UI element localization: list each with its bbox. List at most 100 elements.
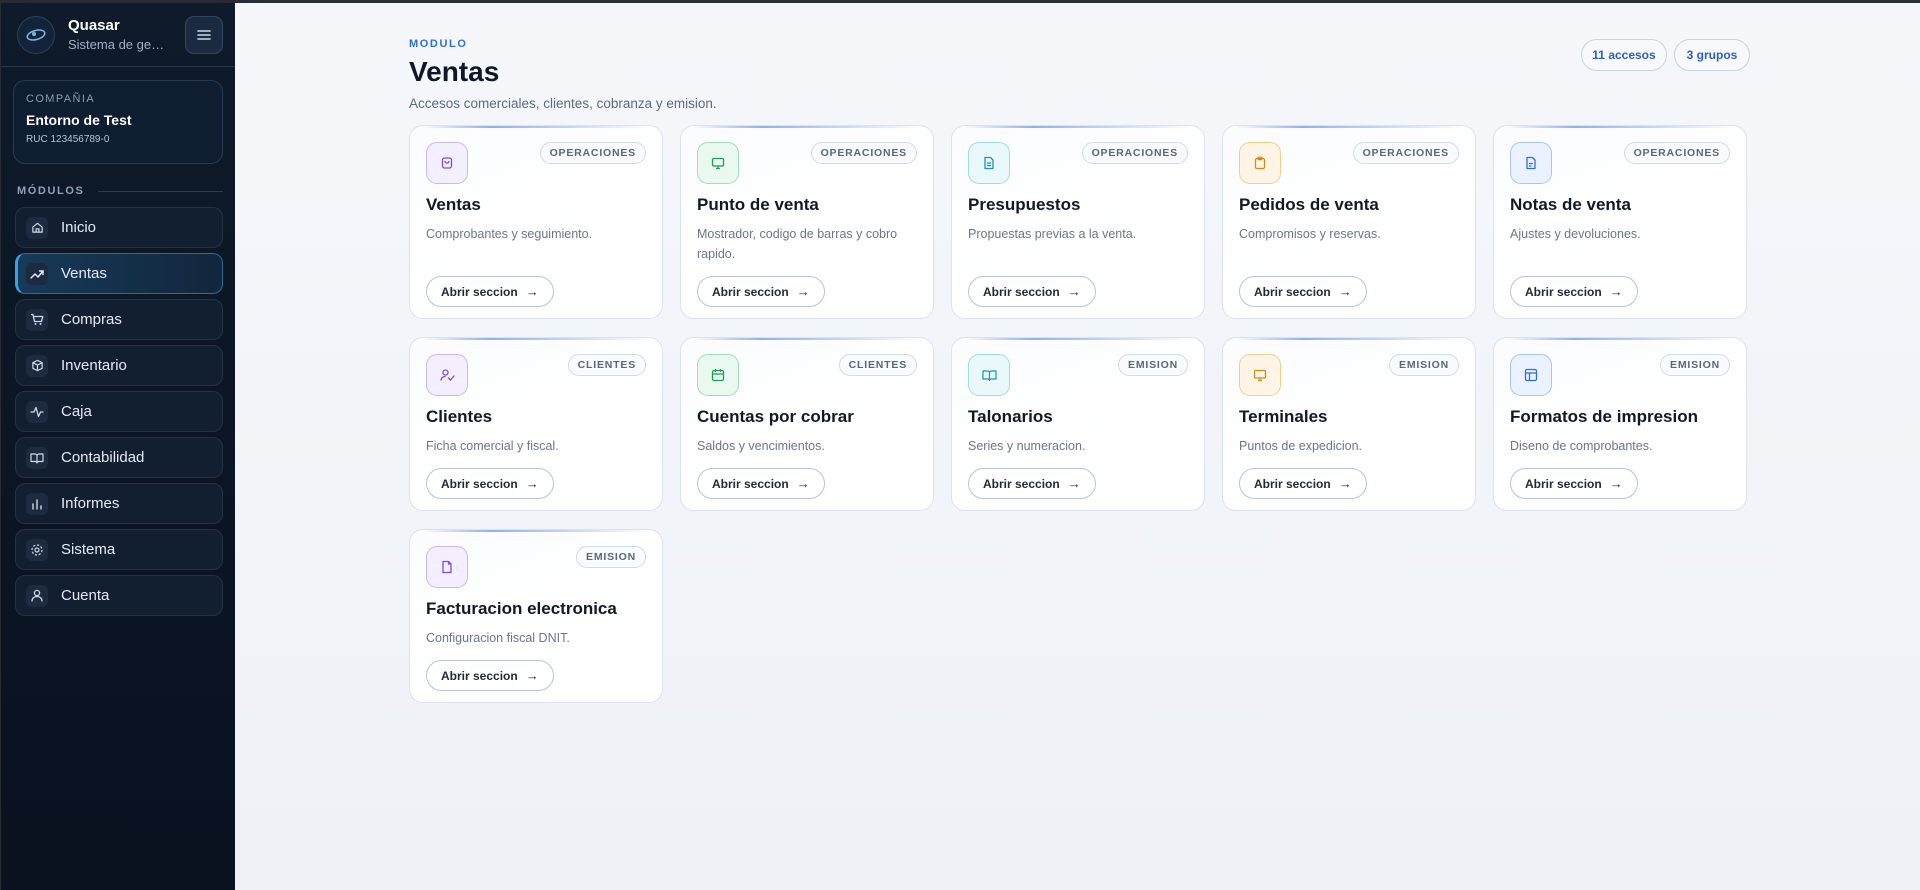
button-label: Abrir seccion (441, 476, 518, 491)
modules-label: MÓDULOS (17, 185, 85, 197)
sidebar-item-informes[interactable]: Informes (15, 483, 223, 524)
sidebar: Quasar Sistema de gestion COMPAÑIA Entor… (1, 3, 235, 890)
sidebar-item-label: Informes (61, 495, 120, 512)
sidebar-item-compras[interactable]: Compras (15, 299, 223, 340)
module-card-presupuestos: OPERACIONES Presupuestos Propuestas prev… (951, 125, 1205, 319)
menu-toggle-button[interactable] (185, 15, 223, 54)
user-icon (26, 584, 48, 607)
calendar-icon (697, 354, 739, 396)
category-badge: OPERACIONES (810, 142, 917, 164)
open-section-button[interactable]: Abrir seccion → (426, 468, 554, 499)
main-content: MODULO Ventas Accesos comerciales, clien… (235, 3, 1920, 890)
divider (98, 190, 223, 192)
open-section-button[interactable]: Abrir seccion → (1510, 468, 1638, 499)
button-label: Abrir seccion (1254, 476, 1331, 491)
category-badge: OPERACIONES (1623, 142, 1730, 164)
arrow-right-icon: → (796, 476, 810, 491)
arrow-right-icon: → (1338, 476, 1352, 491)
category-badge: CLIENTES (567, 354, 646, 376)
sidebar-item-label: Sistema (61, 541, 116, 558)
company-card[interactable]: COMPAÑIA Entorno de Test RUC 123456789-0 (13, 80, 223, 164)
card-description: Ajustes y devoluciones. (1510, 227, 1641, 241)
app-subtitle: Sistema de gestion (68, 37, 166, 52)
card-title: Cuentas por cobrar (697, 407, 854, 426)
category-badge: EMISION (1118, 354, 1188, 376)
company-ruc: RUC 123456789-0 (26, 134, 110, 145)
open-section-button[interactable]: Abrir seccion → (968, 276, 1096, 307)
card-description: Configuracion fiscal DNIT. (426, 631, 570, 645)
sidebar-item-cuenta[interactable]: Cuenta (15, 575, 223, 616)
card-description: Ficha comercial y fiscal. (426, 439, 559, 453)
arrow-right-icon: → (525, 668, 539, 683)
brand-header: Quasar Sistema de gestion (1, 3, 235, 67)
card-description: Compromisos y reservas. (1239, 227, 1381, 241)
accesses-count-pill: 11 accesos (1581, 39, 1667, 71)
module-card-terminales: EMISION Terminales Puntos de expedicion.… (1222, 337, 1476, 511)
sidebar-item-caja[interactable]: Caja (15, 391, 223, 432)
card-description: Propuestas previas a la venta. (968, 227, 1137, 241)
trending-up-icon (26, 262, 48, 285)
company-name: Entorno de Test (26, 112, 132, 128)
button-label: Abrir seccion (983, 476, 1060, 491)
clipboard-icon (1239, 142, 1281, 184)
card-description: Series y numeracion. (968, 439, 1086, 453)
sidebar-item-contabilidad[interactable]: Contabilidad (15, 437, 223, 478)
shopping-bag-icon (426, 142, 468, 184)
modules-section-header: MÓDULOS (17, 185, 223, 197)
open-section-button[interactable]: Abrir seccion → (697, 468, 825, 499)
category-badge: EMISION (576, 546, 646, 568)
card-title: Clientes (426, 407, 493, 426)
home-icon (26, 216, 48, 239)
hamburger-icon (197, 29, 211, 40)
sidebar-item-label: Ventas (61, 265, 107, 282)
activity-icon (26, 400, 48, 423)
page-subtitle: Accesos comerciales, clientes, cobranza … (409, 96, 717, 111)
book-icon (26, 446, 48, 469)
open-section-button[interactable]: Abrir seccion → (426, 660, 554, 691)
button-label: Abrir seccion (712, 284, 789, 299)
sidebar-item-inventario[interactable]: Inventario (15, 345, 223, 386)
arrow-right-icon: → (1338, 284, 1352, 299)
open-section-button[interactable]: Abrir seccion → (426, 276, 554, 307)
category-badge: OPERACIONES (539, 142, 646, 164)
cart-icon (26, 308, 48, 331)
open-section-button[interactable]: Abrir seccion → (968, 468, 1096, 499)
open-section-button[interactable]: Abrir seccion → (697, 276, 825, 307)
sidebar-item-label: Inicio (61, 219, 97, 236)
groups-count-pill: 3 grupos (1674, 39, 1750, 71)
open-section-button[interactable]: Abrir seccion → (1239, 468, 1367, 499)
module-card-talonarios: EMISION Talonarios Series y numeracion. … (951, 337, 1205, 511)
arrow-right-icon: → (525, 476, 539, 491)
button-label: Abrir seccion (1254, 284, 1331, 299)
card-title: Punto de venta (697, 195, 819, 214)
category-badge: OPERACIONES (1081, 142, 1188, 164)
open-section-button[interactable]: Abrir seccion → (1510, 276, 1638, 307)
sidebar-item-label: Cuenta (61, 587, 110, 604)
layout-icon (1510, 354, 1552, 396)
open-section-button[interactable]: Abrir seccion → (1239, 276, 1367, 307)
arrow-right-icon: → (796, 284, 810, 299)
button-label: Abrir seccion (712, 476, 789, 491)
card-description: Diseno de comprobantes. (1510, 439, 1653, 453)
bar-chart-icon (26, 492, 48, 515)
category-badge: OPERACIONES (1352, 142, 1459, 164)
box-icon (26, 354, 48, 377)
logo-icon (17, 15, 55, 54)
sidebar-item-label: Contabilidad (61, 449, 145, 466)
company-label: COMPAÑIA (26, 93, 96, 105)
open-book-icon (968, 354, 1010, 396)
card-title: Presupuestos (968, 195, 1081, 214)
button-label: Abrir seccion (1525, 284, 1602, 299)
document-icon (968, 142, 1010, 184)
sidebar-nav: Inicio Ventas Compras Inventario Caja Co… (1, 207, 235, 616)
card-description: Saldos y vencimientos. (697, 439, 825, 453)
button-label: Abrir seccion (983, 284, 1060, 299)
arrow-right-icon: → (1609, 476, 1623, 491)
button-label: Abrir seccion (441, 668, 518, 683)
sidebar-item-sistema[interactable]: Sistema (15, 529, 223, 570)
sidebar-item-inicio[interactable]: Inicio (15, 207, 223, 248)
sidebar-item-ventas[interactable]: Ventas (15, 253, 223, 294)
module-card-formatos-de-impresion: EMISION Formatos de impresion Diseno de … (1493, 337, 1747, 511)
module-card-clientes: CLIENTES Clientes Ficha comercial y fisc… (409, 337, 663, 511)
category-badge: EMISION (1660, 354, 1730, 376)
